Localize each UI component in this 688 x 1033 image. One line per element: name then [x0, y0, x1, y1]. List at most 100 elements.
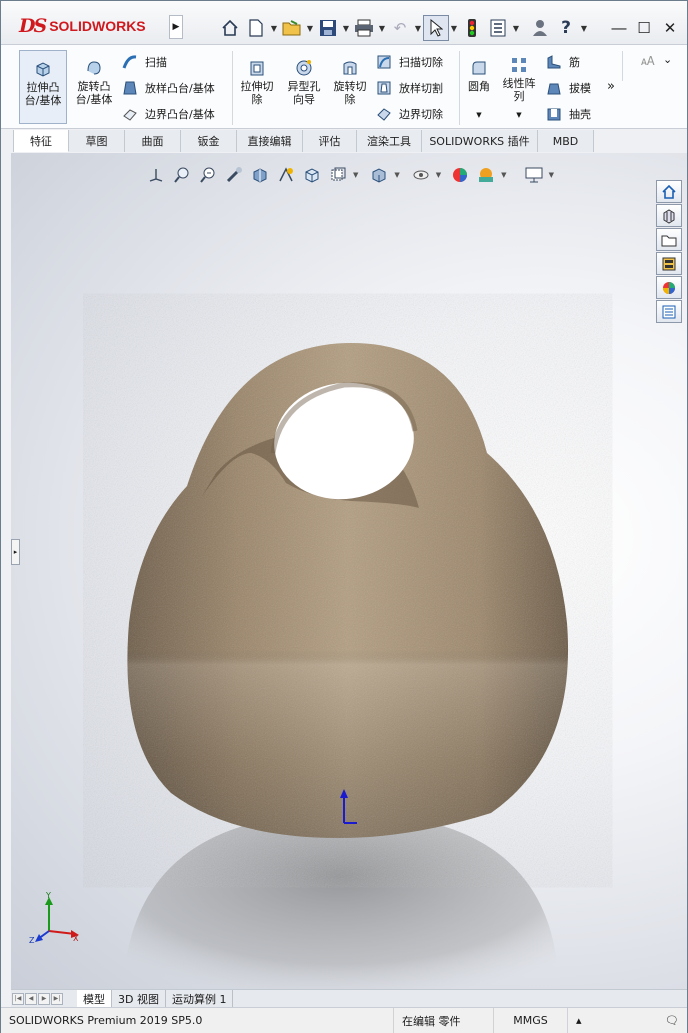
draft-label: 拔模	[569, 82, 591, 95]
fillet-icon	[469, 58, 489, 78]
command-manager-tabs: 特征 草图 曲面 钣金 直接编辑 评估 渲染工具 SOLIDWORKS 插件 M…	[13, 130, 619, 152]
revolve-boss-icon	[84, 58, 104, 78]
tab-motion-study[interactable]: 运动算例 1	[166, 989, 234, 1008]
save-dropdown-icon[interactable]: ▼	[341, 24, 351, 33]
options-dropdown-icon[interactable]: ▼	[511, 24, 521, 33]
sweep-button[interactable]: 扫描	[121, 52, 167, 72]
boundary-cut-button[interactable]: 边界切除	[375, 104, 443, 124]
user-icon[interactable]	[527, 15, 553, 41]
pattern-dropdown-icon[interactable]: ▼	[516, 109, 521, 122]
tab-addins[interactable]: SOLIDWORKS 插件	[422, 130, 538, 152]
fillet-dropdown-icon[interactable]: ▼	[476, 109, 481, 122]
rib-label: 筋	[569, 56, 580, 69]
traffic-light-icon[interactable]	[459, 15, 485, 41]
tab-first-icon[interactable]: |◀	[12, 992, 24, 1005]
linear-pattern-button[interactable]: 线性阵 列 ▼	[499, 55, 539, 122]
triad-x-label: X	[73, 934, 79, 943]
help-icon[interactable]: ?	[553, 15, 579, 41]
boundary-cut-label: 边界切除	[399, 108, 443, 121]
graphics-area[interactable]: ― ⧉ ✕ ▼ ▼ ▼ ▼ ▼	[11, 153, 687, 989]
title-bar: DS SOLIDWORKS ▶ ▼ ▼ ▼ ▼ ↶ ▼ ▼ ▼ ? ▼ ― ☐ …	[1, 1, 687, 45]
tab-3d-views[interactable]: 3D 视图	[112, 989, 166, 1008]
tab-evaluate[interactable]: 评估	[303, 130, 357, 152]
tab-model[interactable]: 模型	[77, 989, 112, 1008]
ds-mark: DS	[19, 15, 47, 37]
help-dropdown-icon[interactable]: ▼	[579, 24, 589, 33]
floor-reflection	[123, 813, 559, 989]
loft-boss-button[interactable]: 放样凸台/基体	[121, 78, 215, 98]
solidworks-logo[interactable]: DS SOLIDWORKS	[19, 10, 165, 42]
close-icon[interactable]: ✕	[658, 16, 682, 40]
ribbon-separator	[459, 51, 460, 125]
select-arrow-icon[interactable]	[423, 15, 449, 41]
quick-access-toolbar: ▼ ▼ ▼ ▼ ↶ ▼ ▼ ▼ ? ▼	[217, 14, 589, 42]
extrude-cut-label: 拉伸切 除	[240, 80, 274, 106]
product-version: SOLIDWORKS Premium 2019 SP5.0	[1, 1007, 394, 1033]
tab-last-icon[interactable]: ▶|	[51, 992, 63, 1005]
select-dropdown-icon[interactable]: ▼	[449, 24, 459, 33]
tab-render-tools[interactable]: 渲染工具	[357, 130, 422, 152]
rib-button[interactable]: 筋	[545, 52, 580, 72]
tab-features[interactable]: 特征	[14, 130, 69, 152]
boundary-boss-label: 边界凸台/基体	[145, 108, 215, 121]
collapse-ribbon-icon[interactable]: ⌄	[663, 49, 672, 69]
revolve-cut-button[interactable]: 旋转切 除	[328, 58, 372, 106]
boundary-boss-button[interactable]: 边界凸台/基体	[121, 104, 215, 124]
search-commands-icon[interactable]: 🗚	[641, 51, 655, 71]
tab-sheet-metal[interactable]: 钣金	[181, 130, 237, 152]
tab-surfaces[interactable]: 曲面	[125, 130, 181, 152]
swept-cut-icon	[375, 53, 393, 71]
menu-expand-arrow[interactable]: ▶	[169, 15, 183, 39]
undo-icon[interactable]: ↶	[387, 15, 413, 41]
linear-pattern-label: 线性阵 列	[502, 77, 536, 103]
triad-y-label: Y	[45, 891, 51, 900]
open-folder-icon[interactable]	[279, 15, 305, 41]
extrude-boss-button[interactable]: 拉伸凸 台/基体	[19, 50, 67, 124]
home-icon[interactable]	[217, 15, 243, 41]
extrude-boss-icon	[33, 59, 53, 79]
unit-system[interactable]: MMGS	[494, 1007, 568, 1033]
new-doc-icon[interactable]	[243, 15, 269, 41]
tab-mbd[interactable]: MBD	[538, 130, 594, 152]
unit-dropdown-icon[interactable]: ▴	[568, 1008, 592, 1033]
swept-cut-button[interactable]: 扫描切除	[375, 52, 443, 72]
minimize-icon[interactable]: ―	[607, 16, 631, 40]
swept-cut-label: 扫描切除	[399, 56, 443, 69]
extrude-boss-label: 拉伸凸 台/基体	[24, 81, 62, 107]
tab-next-icon[interactable]: ▶	[38, 992, 50, 1005]
draft-button[interactable]: 拔模	[545, 78, 591, 98]
rib-icon	[545, 53, 563, 71]
tab-direct-edit[interactable]: 直接编辑	[237, 130, 303, 152]
ribbon-more-button[interactable]: »	[607, 76, 615, 96]
options-icon[interactable]	[485, 15, 511, 41]
maximize-icon[interactable]: ☐	[632, 16, 656, 40]
print-dropdown-icon[interactable]: ▼	[377, 24, 387, 33]
rebuild-status-icon[interactable]: 🗨	[657, 1008, 687, 1033]
model-render: Y X Z	[29, 343, 569, 989]
brand-name: SOLIDWORKS	[49, 18, 146, 34]
new-dropdown-icon[interactable]: ▼	[269, 24, 279, 33]
hole-wizard-button[interactable]: 异型孔 向导	[282, 58, 326, 106]
sweep-icon	[121, 53, 139, 71]
revolve-cut-label: 旋转切 除	[333, 80, 367, 106]
revolve-boss-button[interactable]: 旋转凸 台/基体	[71, 58, 117, 106]
lofted-cut-button[interactable]: 放样切割	[375, 78, 443, 98]
extrude-cut-button[interactable]: 拉伸切 除	[235, 58, 279, 106]
undo-dropdown-icon[interactable]: ▼	[413, 24, 423, 33]
triad-z-label: Z	[29, 936, 35, 945]
lofted-cut-label: 放样切割	[399, 82, 443, 95]
tab-sketch[interactable]: 草图	[69, 130, 125, 152]
linear-pattern-icon	[509, 55, 529, 75]
ribbon-separator	[622, 51, 623, 81]
open-dropdown-icon[interactable]: ▼	[305, 24, 315, 33]
boundary-icon	[121, 105, 139, 123]
save-icon[interactable]	[315, 15, 341, 41]
revolve-cut-icon	[340, 58, 360, 78]
sweep-label: 扫描	[145, 56, 167, 69]
status-bar: SOLIDWORKS Premium 2019 SP5.0 在编辑 零件 MMG…	[1, 1007, 687, 1033]
print-icon[interactable]	[351, 15, 377, 41]
shell-button[interactable]: 抽壳	[545, 104, 591, 124]
draft-icon	[545, 79, 563, 97]
fillet-button[interactable]: 圆角 ▼	[463, 58, 495, 122]
tab-prev-icon[interactable]: ◀	[25, 992, 37, 1005]
